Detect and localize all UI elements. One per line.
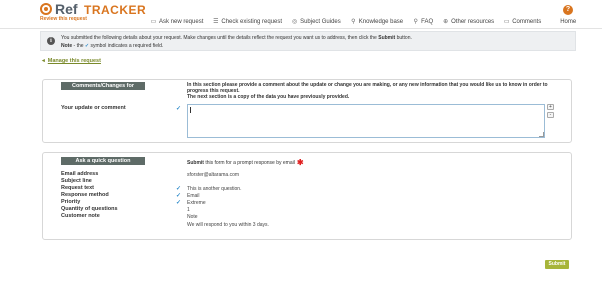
detail-row-customer-note: Customer note Note [61, 213, 541, 220]
nav-other-resources[interactable]: ⊕ Other resources [442, 18, 495, 26]
update-comment-textarea[interactable] [187, 104, 545, 138]
nav-label: Ask new request [159, 18, 204, 25]
row-value: We will respond to you within 3 days. [187, 221, 269, 228]
row-label: Quantity of questions [61, 206, 118, 212]
required-check-icon: ✓ [176, 200, 182, 206]
chat-bubble-icon: ▭ [150, 19, 157, 25]
notice-text-end: button. [395, 35, 412, 41]
row-label: Response method [61, 192, 109, 198]
required-asterisk-icon: ✱ [296, 158, 304, 167]
row-label: Priority [61, 199, 81, 205]
instructions-text-2: The next section is a copy of the data y… [187, 94, 350, 100]
row-label: Request text [61, 185, 95, 191]
row-value: This is another question. [187, 185, 242, 192]
page-subtitle: Review this request [40, 16, 87, 22]
list-icon: ☰ [213, 19, 219, 25]
update-comment-label: Your update or comment [61, 105, 126, 111]
search-icon: ⚲ [351, 19, 356, 25]
nav-comments[interactable]: ▭ Comments [503, 18, 542, 26]
quick-question-heading: Ask a quick question [61, 157, 145, 165]
title-text: this form for a prompt response by email [203, 160, 295, 166]
notice-text-end: symbol indicates a required field. [89, 43, 164, 49]
quick-question-panel: Ask a quick question Submit this form fo… [42, 152, 572, 240]
collapse-button[interactable]: - [547, 112, 554, 118]
nav-check-existing-request[interactable]: ☰ Check existing request [212, 18, 283, 26]
detail-row-quantity: Quantity of questions 1 [61, 206, 541, 213]
nav-ask-new-request[interactable]: ▭ Ask new request [150, 18, 204, 26]
main-nav: ▭ Ask new request ☰ Check existing reque… [150, 18, 577, 26]
notice-note-word: Note [61, 43, 73, 49]
quick-question-title: Submit this form for a prompt response b… [187, 157, 304, 167]
resize-grip-icon[interactable] [539, 132, 544, 137]
row-value: Note [187, 213, 198, 220]
nav-label: Home [560, 18, 577, 25]
notice-line-2: Note - the ✓ symbol indicates a required… [61, 43, 163, 49]
arrow-left-icon: ◂ [42, 58, 45, 64]
nav-home[interactable]: Home [560, 18, 576, 25]
manage-link-label: Manage this request [47, 58, 101, 64]
title-submit-word: Submit [187, 160, 204, 166]
detail-row-request-text: Request text ✓ This is another question. [61, 185, 541, 192]
logo-text-tracker: TRACKER [84, 3, 147, 17]
instructions-text: In this section please provide a comment… [187, 82, 548, 94]
text-cursor [190, 107, 191, 113]
info-icon: i [47, 37, 55, 45]
comment-icon: ▭ [503, 19, 510, 25]
nav-label: Knowledge base [358, 18, 404, 25]
nav-label: Subject Guides [300, 18, 341, 25]
row-value: sforster@altarama.com [187, 171, 240, 178]
comments-panel: Comments/Changes for In this section ple… [42, 79, 572, 143]
comments-section-heading: Comments/Changes for [61, 82, 145, 90]
logo-text-ref: Ref [55, 1, 78, 17]
search-icon: ⚲ [413, 19, 418, 25]
help-button[interactable]: ? [563, 5, 573, 15]
nav-knowledge-base[interactable]: ⚲ Knowledge base [350, 18, 404, 26]
detail-row-priority: Priority ✓ Extreme [61, 199, 541, 206]
row-value: 1 [187, 206, 190, 213]
required-check-icon: ✓ [176, 106, 182, 112]
expand-button[interactable]: + [547, 104, 554, 110]
nav-label: Comments [512, 18, 542, 25]
nav-subject-guides[interactable]: ◎ Subject Guides [291, 18, 341, 26]
top-bar: Ref TRACKER Review this request ? ▭ Ask … [0, 0, 602, 29]
row-label: Email address [61, 171, 99, 177]
notice-submit-word: Submit [378, 35, 396, 41]
row-value: Extreme [187, 199, 206, 206]
detail-row-response-method: Response method ✓ Email [61, 192, 541, 199]
required-check-icon: ✓ [176, 193, 182, 199]
nav-label: Check existing request [221, 18, 283, 25]
submit-button[interactable]: Submit [545, 260, 569, 269]
row-value: Email [187, 192, 200, 199]
detail-row-email: Email address sforster@altarama.com [61, 171, 541, 178]
info-notice: i You submitted the following details ab… [40, 31, 576, 51]
comments-instructions: In this section please provide a comment… [187, 82, 557, 100]
row-label: Subject line [61, 178, 92, 184]
globe-icon: ⊕ [443, 19, 449, 25]
nav-label: Other resources [451, 18, 495, 25]
logo-mark-icon [40, 3, 52, 15]
nav-faq[interactable]: ⚲ FAQ [412, 18, 434, 26]
nav-label: FAQ [421, 18, 434, 25]
notice-line-1: You submitted the following details abou… [61, 35, 412, 41]
guide-icon: ◎ [291, 19, 298, 25]
row-label: Customer note [61, 213, 100, 219]
detail-row-subject: Subject line [61, 178, 541, 185]
notice-text: You submitted the following details abou… [61, 35, 379, 41]
required-check-icon: ✓ [176, 186, 182, 192]
manage-request-link[interactable]: ◂ Manage this request [42, 58, 101, 64]
notice-text: - the [72, 43, 85, 49]
detail-row-response-time: We will respond to you within 3 days. [61, 221, 541, 228]
